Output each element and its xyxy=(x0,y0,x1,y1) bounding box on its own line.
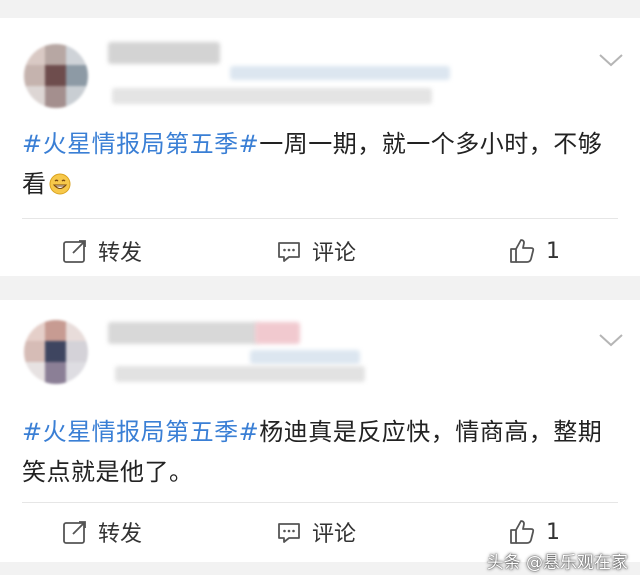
like-count: 1 xyxy=(546,519,560,545)
username-suffix-blurred xyxy=(250,350,360,364)
grinning-face-icon xyxy=(49,173,70,195)
divider xyxy=(22,502,618,503)
post-text: #火星情报局第五季#一周一期，就一个多小时，不够看 xyxy=(22,124,622,204)
share-icon xyxy=(63,240,86,263)
repost-label: 转发 xyxy=(98,522,143,547)
thumbs-up-icon xyxy=(510,239,535,263)
comment-label: 评论 xyxy=(312,241,357,266)
comment-button[interactable]: 评论 xyxy=(276,507,356,557)
badge-blurred xyxy=(255,322,300,344)
hashtag-link[interactable]: #火星情报局第五季# xyxy=(22,130,259,158)
username-blurred[interactable] xyxy=(108,42,220,64)
thumbs-up-icon xyxy=(510,520,535,544)
chevron-down-icon[interactable] xyxy=(598,330,624,350)
post-card: #火星情报局第五季#杨迪真是反应快，情商高，整期笑点就是他了。 转发 评论 1 xyxy=(0,300,640,562)
repost-button[interactable]: 转发 xyxy=(62,507,142,557)
comment-icon xyxy=(278,242,300,262)
comment-button[interactable]: 评论 xyxy=(276,226,356,276)
hashtag-link[interactable]: #火星情报局第五季# xyxy=(22,418,259,446)
action-bar: 转发 评论 1 xyxy=(0,226,640,276)
post-text: #火星情报局第五季#杨迪真是反应快，情商高，整期笑点就是他了。 xyxy=(22,412,622,492)
divider xyxy=(22,218,618,219)
avatar[interactable] xyxy=(24,320,88,384)
avatar[interactable] xyxy=(24,44,88,108)
chevron-down-icon[interactable] xyxy=(598,50,624,70)
post-card: #火星情报局第五季#一周一期，就一个多小时，不够看 转发 评论 1 xyxy=(0,18,640,276)
post-meta-blurred xyxy=(112,88,432,104)
comment-icon xyxy=(278,523,300,543)
watermark: 头条 @悬乐观在家 xyxy=(486,553,628,573)
share-icon xyxy=(63,521,86,544)
username-suffix-blurred xyxy=(230,66,450,80)
repost-label: 转发 xyxy=(98,241,143,266)
like-count: 1 xyxy=(546,238,560,264)
post-meta-blurred xyxy=(115,366,365,382)
comment-label: 评论 xyxy=(312,522,357,547)
repost-button[interactable]: 转发 xyxy=(62,226,142,276)
username-blurred[interactable] xyxy=(108,322,258,344)
like-button[interactable]: 1 xyxy=(508,226,560,276)
